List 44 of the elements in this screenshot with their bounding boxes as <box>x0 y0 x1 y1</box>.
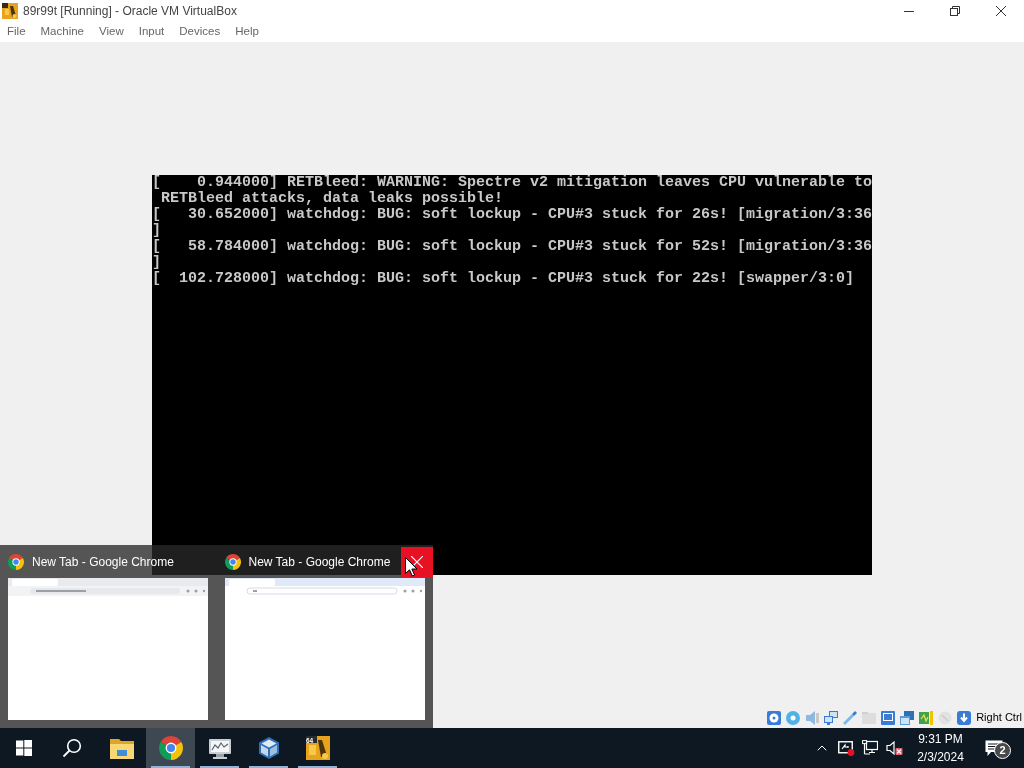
search-icon <box>62 738 82 758</box>
restore-icon <box>950 6 960 16</box>
console-line: ] <box>152 253 161 271</box>
notifications-button[interactable]: 2 <box>972 728 1016 768</box>
console-line: RETBleed attacks, data leaks possible! <box>160 189 504 207</box>
clock[interactable]: 9:31 PM 2/3/2024 <box>912 728 972 768</box>
folder-icon <box>109 737 134 759</box>
console-line: [ 58.784000] watchdog: BUG: soft lockup - CPU#3 stuck for 52s! [migration/3:36 <box>152 237 872 255</box>
console-line: [ 0.944000] RETBleed: WARNING: Spectre v2 mitigation leaves CPU vulnerable to <box>152 174 872 191</box>
close-icon <box>996 6 1006 16</box>
display-icon[interactable] <box>880 709 897 726</box>
menu-item[interactable]: Help <box>235 23 259 41</box>
console-line: [ 102.728000] watchdog: BUG: soft lockup - CPU#3 stuck for 22s! [swapper/3:0] <box>152 269 855 287</box>
minimize-icon <box>904 10 914 12</box>
preview-title: New Tab - Google Chrome <box>248 554 391 571</box>
preview-title: New Tab - Google Chrome <box>32 554 174 571</box>
network-monitor-icon <box>862 740 878 756</box>
arrow-down-icon[interactable] <box>956 709 973 726</box>
window-title: 89r99t [Running] - Oracle VM VirtualBox <box>23 3 237 20</box>
browser-icon <box>8 554 24 570</box>
usb-icon[interactable] <box>842 709 859 726</box>
menu-item[interactable]: File <box>7 23 26 41</box>
cube-icon <box>256 736 281 760</box>
menu-item[interactable]: Devices <box>179 23 221 41</box>
notification-count: 2 <box>994 742 1011 759</box>
windows-logo-icon <box>16 740 32 756</box>
windows-stack-icon[interactable] <box>899 709 916 726</box>
browser-icon <box>158 736 183 760</box>
menu-item[interactable]: Machine <box>40 23 84 41</box>
monitor-chart-icon <box>207 736 232 760</box>
taskbar-app-button[interactable] <box>146 728 195 768</box>
network-icon[interactable] <box>823 709 840 726</box>
menu-item[interactable]: Input <box>138 23 165 41</box>
close-icon <box>411 556 423 568</box>
app-icon <box>2 3 18 19</box>
chip-icon[interactable] <box>918 709 935 726</box>
optical-disc-icon[interactable] <box>785 709 802 726</box>
browser-icon <box>224 554 241 570</box>
mouse-pointer-icon <box>405 557 418 577</box>
console-line: [ 30.652000] watchdog: BUG: soft lockup - CPU#3 stuck for 26s! [migration/3:36 <box>152 205 872 223</box>
menu-item[interactable]: View <box>99 23 124 41</box>
app-icon <box>305 736 330 760</box>
host-key-label: Right Ctrl <box>976 710 1022 726</box>
console-line: ] <box>152 221 161 239</box>
